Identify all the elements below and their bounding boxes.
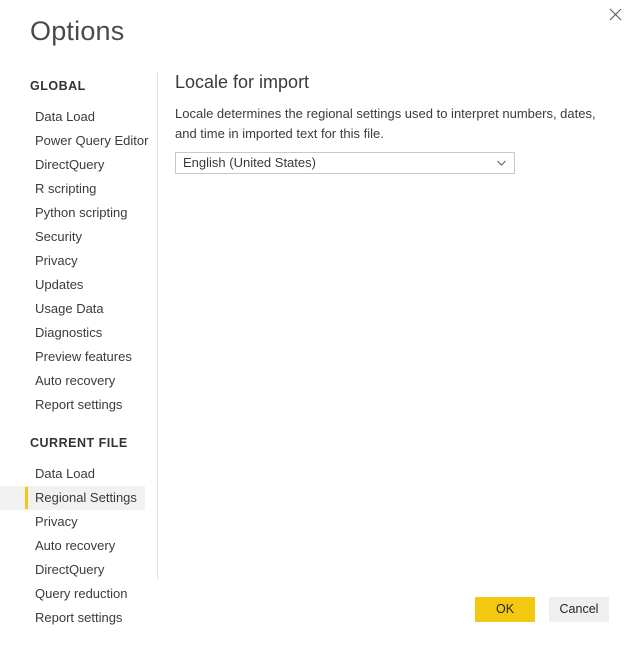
sidebar-item-preview-features[interactable]: Preview features xyxy=(0,345,145,369)
sidebar-item-r-scripting[interactable]: R scripting xyxy=(0,177,145,201)
dialog-footer: OK Cancel xyxy=(0,597,639,623)
sidebar-item-privacy[interactable]: Privacy xyxy=(0,249,145,273)
dialog-titlebar: Options xyxy=(0,0,639,62)
page-title: Options xyxy=(30,16,125,46)
sidebar-item-current-privacy[interactable]: Privacy xyxy=(0,510,145,534)
sidebar-item-python-scripting[interactable]: Python scripting xyxy=(0,201,145,225)
sidebar-item-current-auto-recovery[interactable]: Auto recovery xyxy=(0,534,145,558)
sidebar-item-regional-settings[interactable]: Regional Settings xyxy=(0,486,145,510)
sidebar-item-directquery[interactable]: DirectQuery xyxy=(0,153,145,177)
ok-button[interactable]: OK xyxy=(475,597,535,622)
sidebar-item-power-query-editor[interactable]: Power Query Editor xyxy=(0,129,148,153)
sidebar-item-current-directquery[interactable]: DirectQuery xyxy=(0,558,145,582)
locale-select[interactable]: English (United States) xyxy=(175,152,515,174)
sidebar-item-auto-recovery[interactable]: Auto recovery xyxy=(0,369,145,393)
content-heading: Locale for import xyxy=(175,72,310,92)
chevron-down-icon xyxy=(497,153,506,173)
sidebar-item-report-settings[interactable]: Report settings xyxy=(0,393,145,417)
close-icon[interactable] xyxy=(595,0,635,28)
sidebar-list-global: Data Load Power Query Editor DirectQuery… xyxy=(0,105,157,417)
content-panel: Locale for import Locale determines the … xyxy=(175,70,620,174)
sidebar-item-current-data-load[interactable]: Data Load xyxy=(0,462,145,486)
sidebar-content-divider xyxy=(157,72,158,580)
sidebar-section-header-global: GLOBAL xyxy=(30,79,86,93)
content-description: Locale determines the regional settings … xyxy=(175,106,596,141)
sidebar-section-header-current-file: CURRENT FILE xyxy=(30,436,128,450)
sidebar-item-updates[interactable]: Updates xyxy=(0,273,145,297)
sidebar-item-security[interactable]: Security xyxy=(0,225,145,249)
sidebar-item-diagnostics[interactable]: Diagnostics xyxy=(0,321,145,345)
sidebar-item-usage-data[interactable]: Usage Data xyxy=(0,297,145,321)
cancel-button[interactable]: Cancel xyxy=(549,597,609,622)
options-dialog: Options GLOBAL Data Load Power Query Edi… xyxy=(0,0,639,649)
locale-select-value: English (United States) xyxy=(183,155,316,170)
sidebar: GLOBAL Data Load Power Query Editor Dire… xyxy=(0,68,157,625)
sidebar-item-data-load[interactable]: Data Load xyxy=(0,105,145,129)
